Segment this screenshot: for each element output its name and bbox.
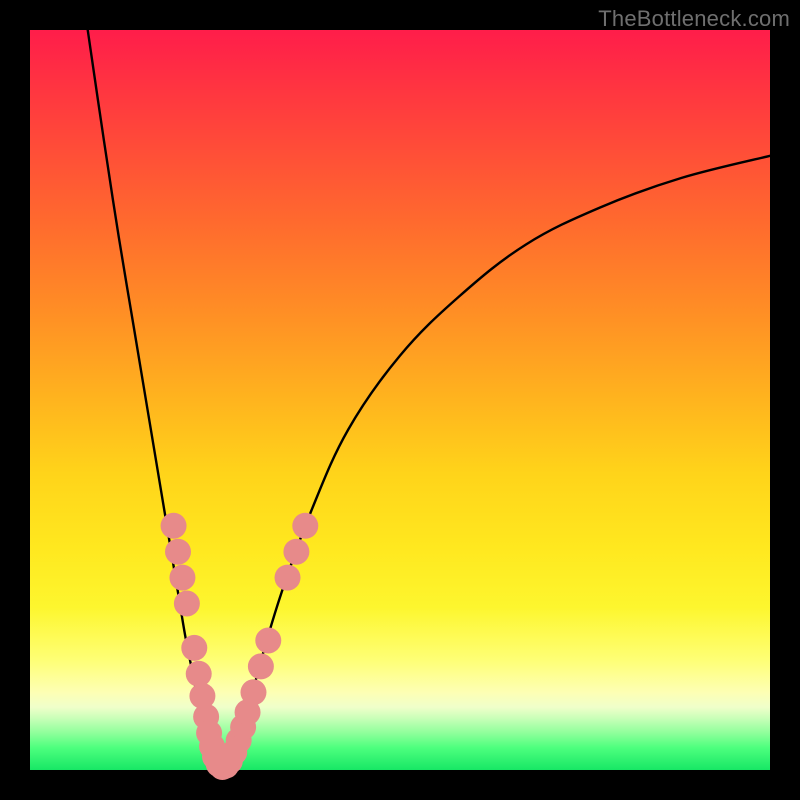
curve-marker [181, 635, 207, 661]
watermark-text: TheBottleneck.com [598, 6, 790, 32]
chart-frame: TheBottleneck.com [0, 0, 800, 800]
curve-marker [275, 565, 301, 591]
plot-area [30, 30, 770, 770]
curve-marker [174, 591, 200, 617]
curve-marker [165, 539, 191, 565]
curve-marker [255, 628, 281, 654]
curve-marker [283, 539, 309, 565]
curve-marker [240, 679, 266, 705]
curve-right-branch [234, 156, 771, 763]
curve-markers [161, 513, 319, 780]
curve-marker [169, 565, 195, 591]
curve-marker [292, 513, 318, 539]
chart-svg [30, 30, 770, 770]
curve-marker [248, 653, 274, 679]
curve-marker [186, 661, 212, 687]
curve-marker [161, 513, 187, 539]
